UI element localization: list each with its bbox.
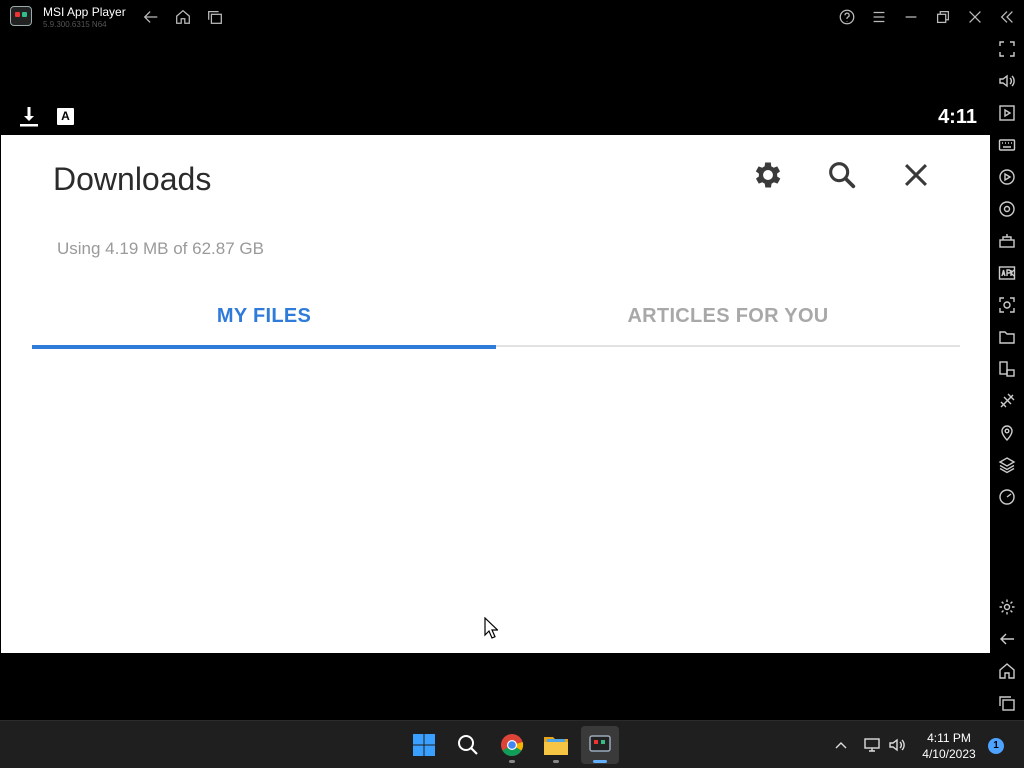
clock-date: 4/10/2023 xyxy=(922,747,976,761)
sync-icon[interactable] xyxy=(998,200,1016,218)
search-icon xyxy=(458,735,478,755)
screen-root: MSI App Player 5.9.300.6315 N64 A 4:11 D… xyxy=(0,0,1024,768)
chrome-taskbar-button[interactable] xyxy=(493,726,531,764)
file-explorer-taskbar-button[interactable] xyxy=(537,726,575,764)
page-title: Downloads xyxy=(53,161,212,197)
back-arrow-icon[interactable] xyxy=(141,7,161,27)
macro-icon[interactable] xyxy=(998,168,1016,186)
recent-apps-icon[interactable] xyxy=(205,7,225,27)
settings-icon xyxy=(755,162,781,188)
media-icon[interactable] xyxy=(998,104,1016,122)
status-time: 4:11 xyxy=(938,106,977,128)
start-button[interactable] xyxy=(405,726,443,764)
clock-time: 4:11 PM xyxy=(927,731,971,745)
chevron-up-icon[interactable] xyxy=(831,735,851,755)
speaker-icon[interactable] xyxy=(887,735,907,755)
restore-icon[interactable] xyxy=(933,7,953,27)
taskbar-clock[interactable]: 4:11 PM 4/10/2023 xyxy=(914,730,984,762)
collapse-sidebar-icon[interactable] xyxy=(997,7,1017,27)
tab-bar: MY FILES ARTICLES FOR YOU xyxy=(32,285,960,349)
running-indicator xyxy=(553,760,559,763)
app-version: 5.9.300.6315 N64 xyxy=(43,20,107,29)
home-icon[interactable] xyxy=(173,7,193,27)
folder-icon[interactable] xyxy=(998,328,1016,346)
active-indicator xyxy=(593,760,607,763)
settings-icon[interactable] xyxy=(998,598,1016,616)
screenshot-icon[interactable] xyxy=(998,296,1016,314)
app-logo-icon xyxy=(10,6,32,26)
chrome-icon xyxy=(501,734,524,756)
close-icon xyxy=(904,163,928,187)
layers-icon[interactable] xyxy=(998,456,1016,474)
windows-taskbar: 4:11 PM 4/10/2023 1 xyxy=(0,720,1024,768)
volume-icon[interactable] xyxy=(998,72,1016,90)
windows-start-icon xyxy=(413,734,435,756)
android-status-bar: A 4:11 xyxy=(0,100,991,135)
search-button[interactable] xyxy=(822,155,862,195)
download-notification-icon xyxy=(19,105,39,127)
fullscreen-icon[interactable] xyxy=(998,40,1016,58)
rotate-icon[interactable] xyxy=(998,360,1016,378)
android-home-icon[interactable] xyxy=(998,662,1016,680)
keyboard-indicator-icon: A xyxy=(57,108,74,125)
performance-icon[interactable] xyxy=(998,488,1016,506)
minimize-icon[interactable] xyxy=(901,7,921,27)
msi-app-player-taskbar-button[interactable] xyxy=(581,726,619,764)
close-window-icon[interactable] xyxy=(965,7,985,27)
eco-mode-icon[interactable] xyxy=(998,392,1016,410)
keyboard-icon[interactable] xyxy=(998,136,1016,154)
downloads-screen: Downloads Using 4.19 MB of 62.87 GB MY F… xyxy=(1,135,990,653)
notification-badge[interactable]: 1 xyxy=(988,738,1004,754)
emulator-sidebar xyxy=(991,34,1024,720)
storage-usage: Using 4.19 MB of 62.87 GB xyxy=(57,239,264,258)
window-titlebar: MSI App Player 5.9.300.6315 N64 xyxy=(0,0,1024,34)
android-recents-icon[interactable] xyxy=(998,694,1016,712)
android-back-icon[interactable] xyxy=(998,630,1016,648)
apk-icon[interactable] xyxy=(998,264,1016,282)
multi-instance-icon[interactable] xyxy=(998,232,1016,250)
search-icon xyxy=(829,162,856,189)
window-title: MSI App Player xyxy=(43,5,126,19)
location-icon[interactable] xyxy=(998,424,1016,442)
file-explorer-icon xyxy=(544,737,568,755)
settings-button[interactable] xyxy=(748,155,788,195)
menu-icon[interactable] xyxy=(869,7,889,27)
mouse-cursor-icon xyxy=(484,617,498,639)
tab-my-files[interactable]: MY FILES xyxy=(32,285,496,349)
msi-app-player-icon xyxy=(589,735,611,752)
network-icon[interactable] xyxy=(862,735,882,755)
taskbar-search-button[interactable] xyxy=(449,726,487,764)
close-button[interactable] xyxy=(896,155,936,195)
running-indicator xyxy=(509,760,515,763)
help-icon[interactable] xyxy=(837,7,857,27)
tab-articles-for-you[interactable]: ARTICLES FOR YOU xyxy=(496,285,960,347)
